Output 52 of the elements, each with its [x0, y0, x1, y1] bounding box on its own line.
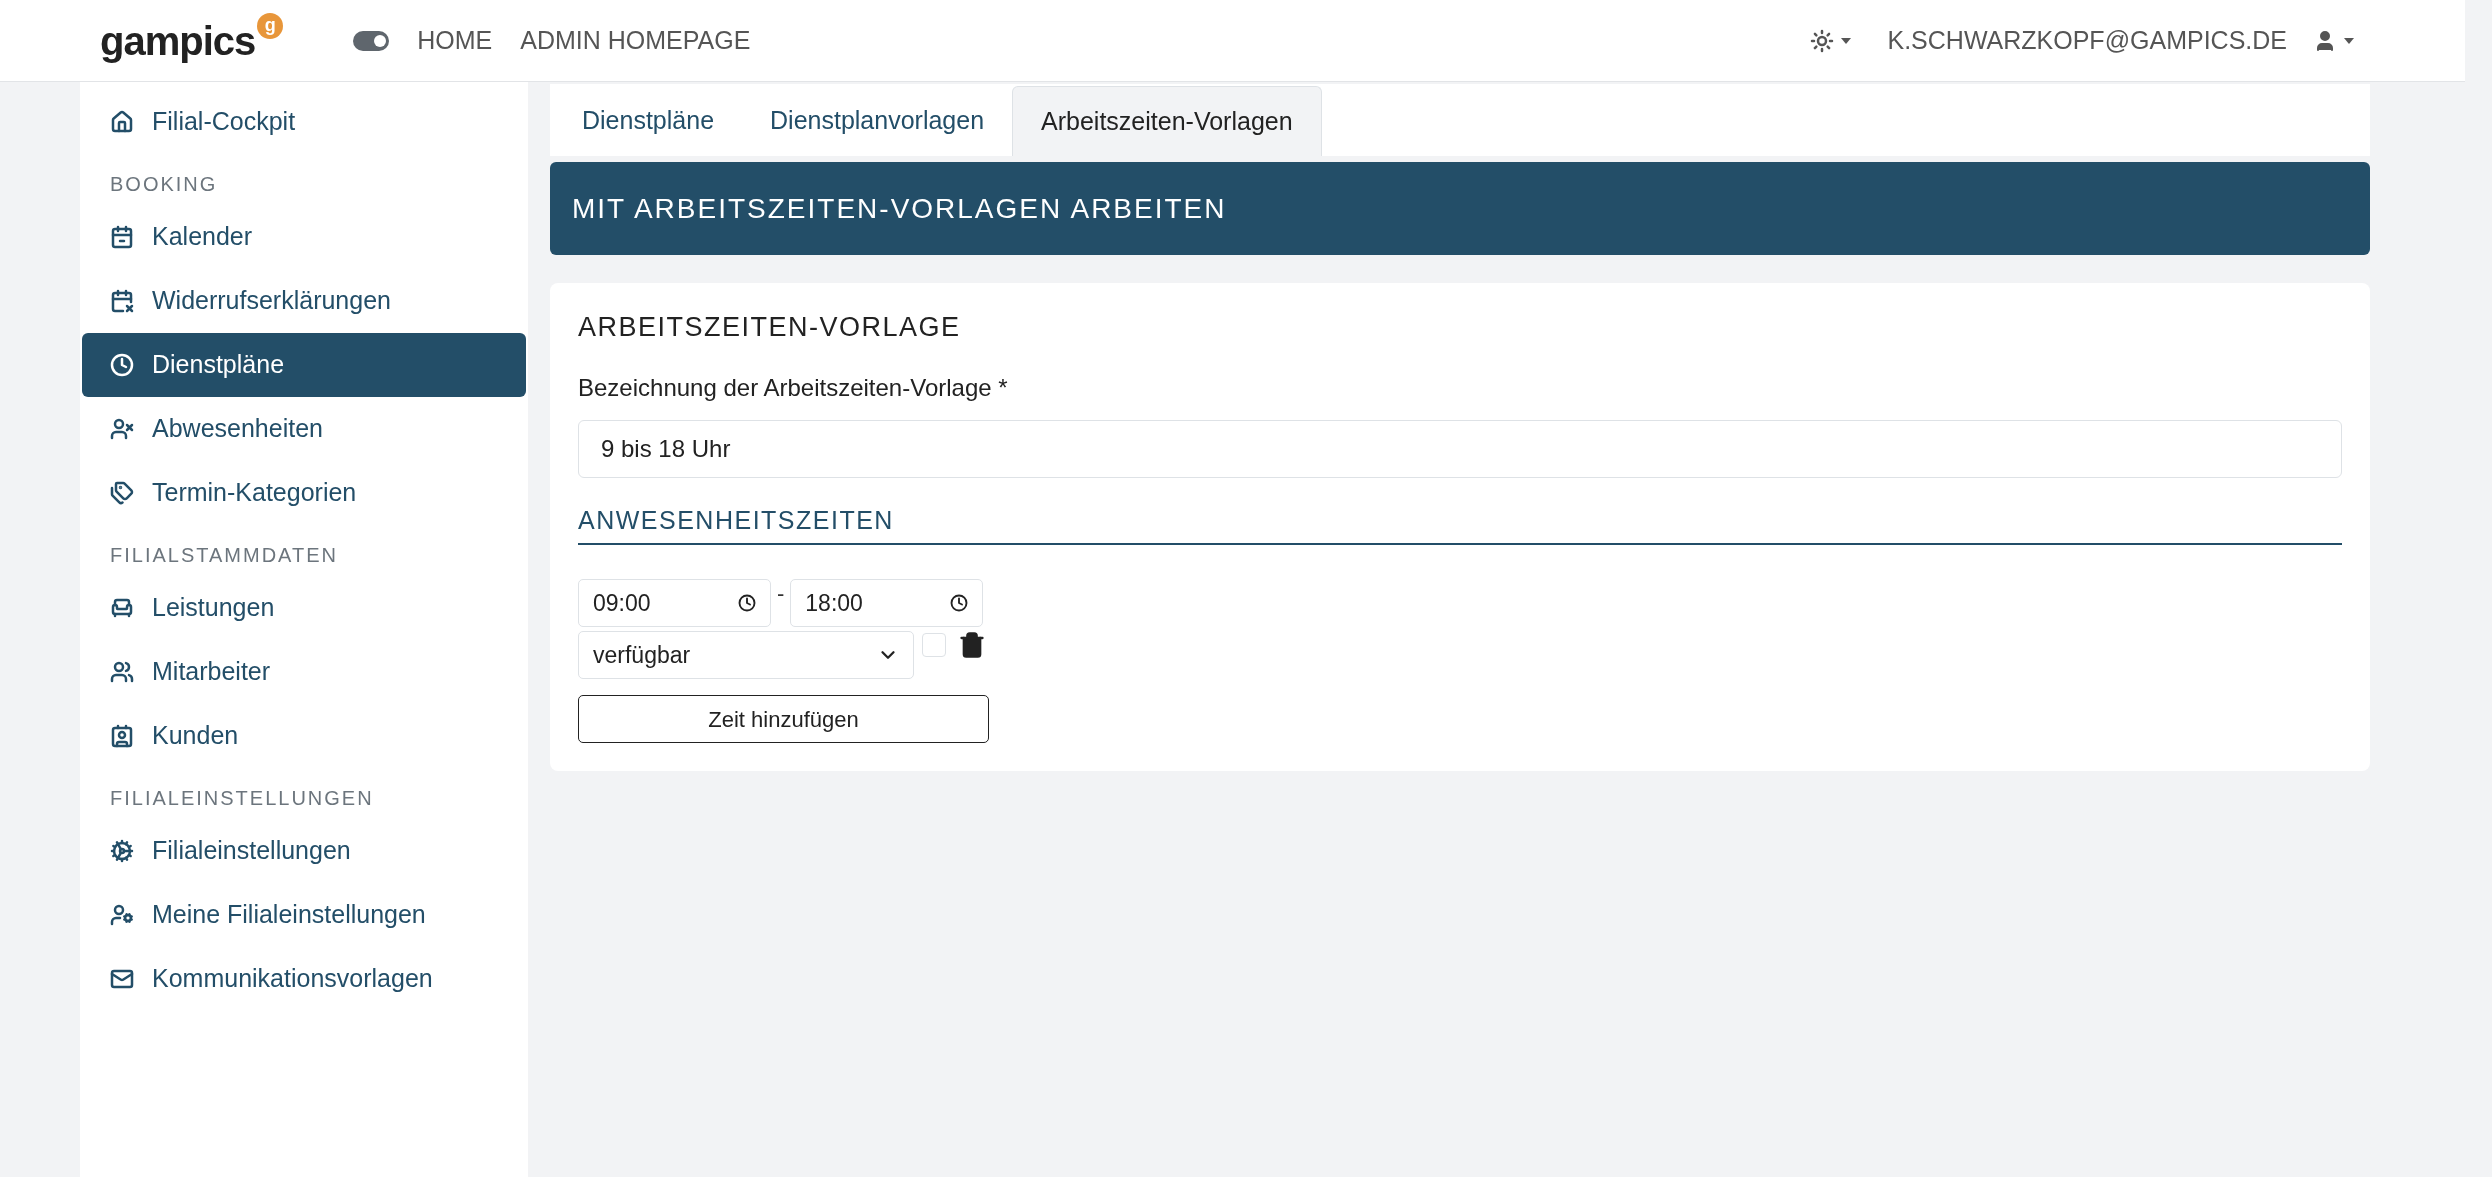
sidebar-item[interactable]: Meine Filialeinstellungen — [82, 883, 526, 947]
caret-icon — [1839, 36, 1852, 45]
trash-icon[interactable] — [958, 631, 986, 659]
sidebar-heading: FILIALEINSTELLUNGEN — [109, 786, 375, 811]
sidebar-item[interactable]: Dienstpläne — [82, 333, 526, 397]
card-title: ARBEITSZEITEN-VORLAGE — [578, 311, 962, 344]
calendar-x-icon — [110, 289, 134, 313]
sun-icon — [1809, 28, 1834, 53]
sidebar-item[interactable]: Filialeinstellungen — [82, 819, 526, 883]
sidebar-item[interactable]: Leistungen — [82, 576, 526, 640]
clock-icon — [110, 353, 134, 377]
time-input[interactable]: 18:00 — [790, 579, 984, 627]
checkbox[interactable] — [922, 633, 946, 657]
chair-icon — [110, 596, 134, 620]
caret-icon — [2343, 36, 2355, 45]
field-label: Bezeichnung der Arbeitszeiten-Vorlage * — [578, 372, 1009, 403]
sidebar-heading: BOOKING — [109, 172, 219, 197]
banner-title: MIT ARBEITSZEITEN-VORLAGEN ARBEITEN — [572, 191, 1227, 226]
section-title: ANWESENHEITSZEITEN — [578, 501, 2342, 545]
tags-icon — [110, 481, 134, 505]
nav-link[interactable]: HOME — [417, 21, 493, 60]
sidebar-item[interactable]: Kunden — [82, 704, 526, 768]
theme-menu-button[interactable] — [1809, 28, 1852, 53]
sidebar-item[interactable]: Widerrufserklärungen — [82, 269, 526, 333]
clock-icon — [738, 594, 756, 612]
logo[interactable]: gampics — [100, 20, 256, 61]
house-icon — [110, 110, 134, 134]
clock-icon — [950, 594, 969, 612]
user-gear-icon — [110, 903, 134, 927]
nav-link[interactable]: ADMIN HOMEPAGE — [520, 21, 751, 60]
sidebar-item[interactable]: Abwesenheiten — [82, 397, 526, 461]
logo-badge: g — [257, 12, 284, 39]
theme-toggle[interactable] — [353, 30, 390, 51]
sidebar-item[interactable]: Kommunikationsvorlagen — [82, 947, 526, 1011]
sidebar-item[interactable]: Kalender — [82, 205, 526, 269]
contact-card-icon — [110, 724, 134, 748]
status-select[interactable]: verfügbar — [578, 631, 914, 679]
sidebar-item[interactable]: Mitarbeiter — [82, 640, 526, 704]
range-separator: - — [777, 580, 785, 605]
tab[interactable]: Dienstpläne — [554, 86, 743, 156]
time-input[interactable]: 09:00 — [578, 579, 771, 627]
envelope-icon — [110, 967, 134, 991]
calendar-icon — [110, 225, 134, 249]
sidebar-heading: FILIALSTAMMDATEN — [109, 543, 339, 568]
tab[interactable]: Arbeitszeiten-Vorlagen — [1012, 86, 1322, 156]
users-icon — [110, 660, 134, 684]
sidebar-item[interactable]: Termin-Kategorien — [82, 461, 526, 525]
user-email[interactable]: K.SCHWARZKOPF@GAMPICS.DE — [1887, 21, 2287, 60]
sidebar-item[interactable]: Filial-Cockpit — [82, 90, 526, 154]
tab[interactable]: Dienstplanvorlagen — [742, 86, 1013, 156]
name-input[interactable]: 9 bis 18 Uhr — [578, 419, 2342, 478]
add-time-button[interactable]: Zeit hinzufügen — [578, 695, 989, 743]
